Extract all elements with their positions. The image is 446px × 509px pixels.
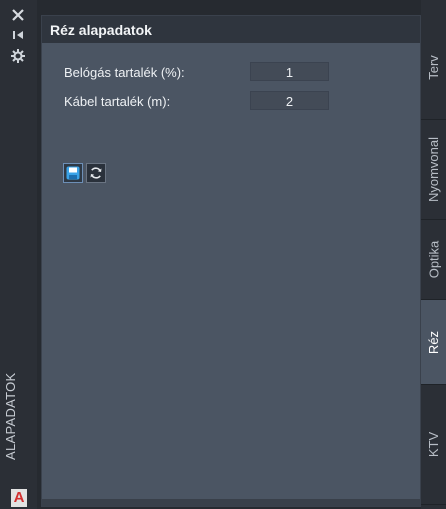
collapse-icon[interactable] xyxy=(8,26,28,44)
tab-nyomvonal[interactable]: Nyomvonal xyxy=(421,120,446,220)
tab-rez[interactable]: Réz xyxy=(421,300,446,385)
settings-icon[interactable] xyxy=(8,47,28,65)
panel-bottom-bar xyxy=(42,499,420,506)
field-label-cable-reserve: Kábel tartalék (m): xyxy=(64,94,171,109)
tab-label: KTV xyxy=(426,431,442,458)
tab-strip: Terv Nyomvonal Optika Réz KTV xyxy=(421,0,446,509)
tab-label: Terv xyxy=(426,54,441,80)
main-panel: Réz alapadatok Belógás tartalék (%): 1 K… xyxy=(41,15,421,507)
save-icon xyxy=(66,166,80,180)
refresh-icon xyxy=(90,167,102,179)
app-logo-letter: A xyxy=(13,489,25,506)
tab-label: Optika xyxy=(426,240,442,279)
close-icon[interactable] xyxy=(8,6,28,24)
cable-reserve-input[interactable]: 2 xyxy=(250,91,329,110)
tab-optika[interactable]: Optika xyxy=(421,220,446,300)
app-logo-icon: A xyxy=(11,489,27,507)
tab-label: Réz xyxy=(426,330,441,354)
save-button[interactable] xyxy=(63,163,83,183)
field-label-sag-reserve: Belógás tartalék (%): xyxy=(64,65,185,80)
tab-label: Nyomvonal xyxy=(426,136,441,203)
refresh-button[interactable] xyxy=(86,163,106,183)
panel-title: Réz alapadatok xyxy=(50,21,152,38)
left-toolbar-strip: ALAPADATOK A xyxy=(0,0,37,509)
tab-ktv[interactable]: KTV xyxy=(421,385,446,505)
palette-vertical-title: ALAPADATOK xyxy=(3,372,18,460)
sag-reserve-input[interactable]: 1 xyxy=(250,62,329,81)
tab-terv[interactable]: Terv xyxy=(421,15,446,120)
panel-header: Réz alapadatok xyxy=(42,16,420,43)
